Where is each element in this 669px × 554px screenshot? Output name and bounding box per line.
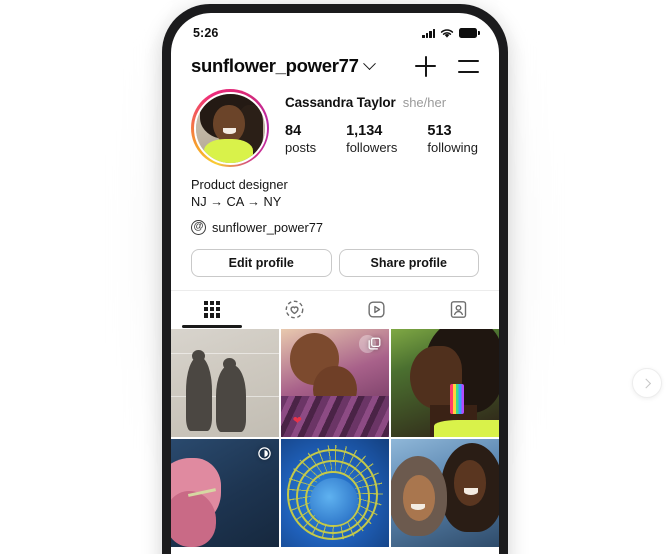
tab-reels[interactable] [335,291,417,328]
grid-post-6[interactable] [390,438,499,547]
app-header: sunflower_power77 [171,47,499,87]
phone-frame: 5:26 sunflower_power77 Cassandra Taylor … [162,4,508,554]
battery-icon [459,28,480,38]
avatar-image [193,91,267,165]
stat-following[interactable]: 513 following [427,122,478,157]
pronouns: she/her [402,95,447,110]
stat-label: posts [285,140,317,156]
grid-icon [203,300,221,318]
grid-post-4[interactable] [171,438,280,547]
grid-post-1[interactable] [171,328,280,438]
threads-handle: sunflower_power77 [212,219,323,235]
account-switcher[interactable]: sunflower_power77 [191,55,407,77]
threads-icon: @ [191,219,206,235]
hamburger-menu-icon[interactable] [458,59,479,73]
threads-link[interactable]: @ sunflower_power77 [191,219,479,235]
status-icons [422,28,480,39]
avatar[interactable] [191,89,269,167]
carousel-next-button[interactable] [632,368,662,398]
person-frame-icon [450,300,466,318]
profile-meta: Cassandra Taylor she/her 84 posts 1,134 … [285,89,479,157]
stat-followers[interactable]: 1,134 followers [346,122,397,157]
tab-grid[interactable] [171,291,253,328]
post-thumbnail [390,328,499,438]
post-grid: ❤ [171,328,499,547]
chevron-down-icon [362,56,376,70]
stat-label: followers [346,140,398,156]
screenshot-stage: 5:26 sunflower_power77 Cassandra Taylor … [0,0,669,554]
bio-line-1: Product designer [191,177,288,192]
stat-value: 84 [285,123,302,139]
stat-value: 513 [427,123,452,139]
heart-circle-icon [285,300,303,319]
share-profile-button[interactable]: Share profile [338,248,479,277]
signal-bars-icon [422,28,435,38]
chevron-right-icon [640,378,651,388]
post-thumbnail [280,438,390,547]
profile-summary: Cassandra Taylor she/her 84 posts 1,134 … [171,87,499,167]
wifi-icon [440,28,454,38]
profile-stats: 84 posts 1,134 followers 513 following [285,122,479,157]
phone-screen: 5:26 sunflower_power77 Cassandra Taylor … [171,13,499,554]
grid-post-2[interactable]: ❤ [280,328,390,438]
bio-line-2: NJ → CA → NY [191,193,282,209]
plus-icon[interactable] [415,55,436,77]
edit-profile-button[interactable]: Edit profile [191,248,332,277]
grid-post-3[interactable] [390,328,499,438]
play-square-icon [367,301,385,318]
post-thumbnail [171,328,280,438]
status-bar: 5:26 [171,13,499,47]
tab-tagged[interactable] [417,291,499,328]
status-time: 5:26 [193,26,219,40]
display-name: Cassandra Taylor [285,95,396,110]
profile-bio: Product designer NJ → CA → NY @ sunflowe… [171,167,499,235]
stat-label: following [427,140,478,156]
stat-value: 1,134 [346,123,383,139]
header-actions [415,55,479,77]
carousel-icon [368,337,381,350]
post-thumbnail [390,438,499,547]
reels-icon [258,446,272,460]
stat-posts[interactable]: 84 posts [285,122,316,157]
username-label: sunflower_power77 [191,55,359,76]
name-line: Cassandra Taylor she/her [285,95,479,110]
profile-actions: Edit profile Share profile [171,235,499,277]
tab-collections[interactable] [253,291,335,328]
grid-post-5[interactable] [280,438,390,547]
profile-tab-bar [171,289,499,328]
